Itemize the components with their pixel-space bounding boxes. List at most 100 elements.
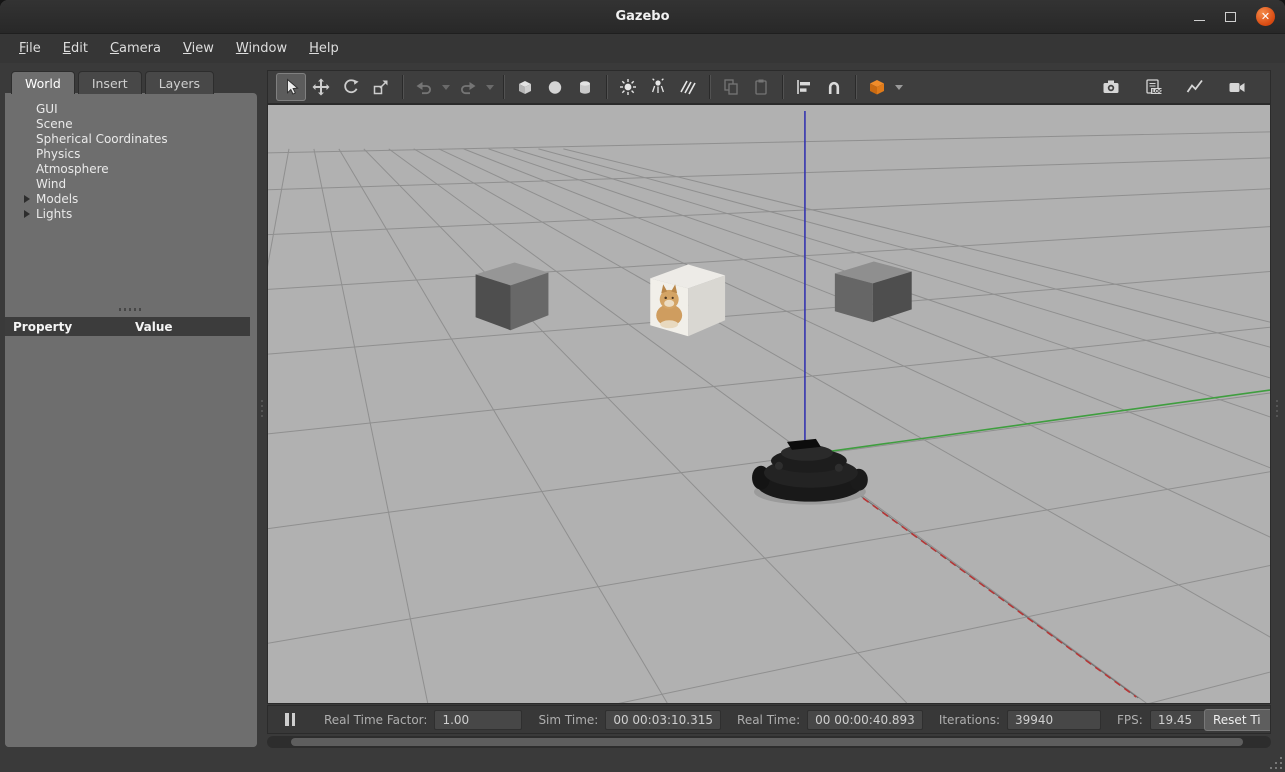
select-arrow-icon	[281, 77, 301, 97]
horizontal-scrollbar[interactable]	[267, 736, 1271, 748]
rotate-icon	[341, 77, 361, 97]
insert-sphere-button[interactable]	[540, 73, 570, 101]
undo-button[interactable]	[409, 73, 439, 101]
tree-item-spherical-coordinates[interactable]: Spherical Coordinates	[5, 132, 257, 147]
copy-button[interactable]	[716, 73, 746, 101]
expand-arrow-icon[interactable]	[24, 195, 30, 203]
menu-camera[interactable]: Camera	[99, 36, 172, 61]
log-icon: LOG	[1143, 77, 1163, 97]
rotate-tool-button[interactable]	[336, 73, 366, 101]
scale-icon	[371, 77, 391, 97]
simulation-status-bar: Real Time Factor: 1.00 Sim Time: 00 00:0…	[267, 705, 1271, 734]
close-button[interactable]: ✕	[1256, 7, 1275, 26]
viewport-toolbar-right: LOG	[1096, 73, 1262, 101]
real-time-factor-label: Real Time Factor:	[324, 713, 427, 727]
paste-icon	[751, 77, 771, 97]
record-video-button[interactable]	[1222, 73, 1252, 101]
translate-icon	[311, 77, 331, 97]
tree-item-lights[interactable]: Lights	[5, 207, 257, 222]
panel-splitter-handle[interactable]	[119, 308, 143, 311]
render-viewport-3d[interactable]	[267, 104, 1271, 704]
iterations-label: Iterations:	[939, 713, 1000, 727]
undo-history-dropdown[interactable]	[442, 85, 450, 90]
right-resize-grip[interactable]	[1275, 400, 1278, 420]
point-light-button[interactable]	[613, 73, 643, 101]
view-angle-dropdown[interactable]	[895, 85, 903, 90]
reset-time-button[interactable]: Reset Ti	[1204, 709, 1270, 731]
pause-button[interactable]	[278, 710, 302, 730]
minimize-button[interactable]	[1194, 20, 1205, 21]
menu-view[interactable]: View	[172, 36, 225, 61]
panel-tab-bar: World Insert Layers	[11, 71, 214, 94]
menu-window[interactable]: Window	[225, 36, 298, 61]
menu-edit[interactable]: Edit	[52, 36, 99, 61]
translate-tool-button[interactable]	[306, 73, 336, 101]
panel-resize-grip[interactable]	[260, 400, 263, 420]
menu-file[interactable]: File	[8, 36, 52, 61]
directional-light-icon	[678, 77, 698, 97]
real-time-factor-value: 1.00	[434, 710, 522, 730]
tree-item-atmosphere[interactable]: Atmosphere	[5, 162, 257, 177]
paste-button[interactable]	[746, 73, 776, 101]
real-time-value: 00 00:00:40.893	[807, 710, 923, 730]
expand-arrow-icon[interactable]	[24, 210, 30, 218]
directional-light-button[interactable]	[673, 73, 703, 101]
tab-world[interactable]: World	[11, 71, 75, 94]
redo-button[interactable]	[453, 73, 483, 101]
tab-insert[interactable]: Insert	[78, 71, 142, 94]
screenshot-button[interactable]	[1096, 73, 1126, 101]
select-tool-button[interactable]	[276, 73, 306, 101]
tree-item-label: Lights	[36, 207, 72, 221]
value-column-header: Value	[135, 320, 173, 334]
insert-box-button[interactable]	[510, 73, 540, 101]
tree-item-wind[interactable]: Wind	[5, 177, 257, 192]
align-button[interactable]	[789, 73, 819, 101]
sim-time-value: 00 00:03:10.315	[605, 710, 721, 730]
undo-icon	[414, 77, 434, 97]
align-icon	[794, 77, 814, 97]
spot-light-button[interactable]	[643, 73, 673, 101]
property-column-header: Property	[5, 320, 135, 334]
viewport-toolbar: LOG	[267, 70, 1271, 104]
toolbar-separator	[782, 75, 783, 99]
scene-canvas	[268, 105, 1270, 703]
tree-item-models[interactable]: Models	[5, 192, 257, 207]
insert-cylinder-button[interactable]	[570, 73, 600, 101]
snap-magnet-icon	[824, 77, 844, 97]
world-tree: GUI Scene Spherical Coordinates Physics …	[5, 93, 257, 222]
toolbar-separator	[606, 75, 607, 99]
maximize-button[interactable]	[1225, 12, 1236, 22]
tree-item-gui[interactable]: GUI	[5, 102, 257, 117]
copy-icon	[721, 77, 741, 97]
gray-box-2	[835, 261, 912, 322]
real-time-label: Real Time:	[737, 713, 800, 727]
world-panel: GUI Scene Spherical Coordinates Physics …	[5, 93, 257, 747]
snap-button[interactable]	[819, 73, 849, 101]
tab-layers[interactable]: Layers	[145, 71, 214, 94]
cylinder-icon	[575, 77, 595, 97]
scale-tool-button[interactable]	[366, 73, 396, 101]
property-table-header: Property Value	[5, 317, 250, 336]
toolbar-separator	[709, 75, 710, 99]
window-resize-grip[interactable]	[1268, 755, 1282, 769]
menu-help[interactable]: Help	[298, 36, 350, 61]
tree-item-label: Models	[36, 192, 78, 206]
title-bar[interactable]: Gazebo ✕	[0, 0, 1285, 34]
view-angle-button[interactable]	[862, 73, 892, 101]
redo-history-dropdown[interactable]	[486, 85, 494, 90]
fps-label: FPS:	[1117, 713, 1143, 727]
tree-item-scene[interactable]: Scene	[5, 117, 257, 132]
scrollbar-thumb[interactable]	[291, 738, 1243, 746]
plot-icon	[1185, 77, 1205, 97]
menu-bar: File Edit Camera View Window Help	[0, 34, 1285, 63]
log-record-button[interactable]: LOG	[1138, 73, 1168, 101]
video-camera-icon	[1227, 77, 1247, 97]
window-controls: ✕	[1194, 0, 1275, 33]
window-title: Gazebo	[615, 9, 669, 24]
gazebo-window: Gazebo ✕ File Edit Camera View Window He…	[0, 0, 1285, 772]
tree-item-physics[interactable]: Physics	[5, 147, 257, 162]
plot-button[interactable]	[1180, 73, 1210, 101]
ground-plane	[268, 105, 1270, 703]
spot-light-icon	[648, 77, 668, 97]
view-angle-cube-icon	[867, 77, 887, 97]
